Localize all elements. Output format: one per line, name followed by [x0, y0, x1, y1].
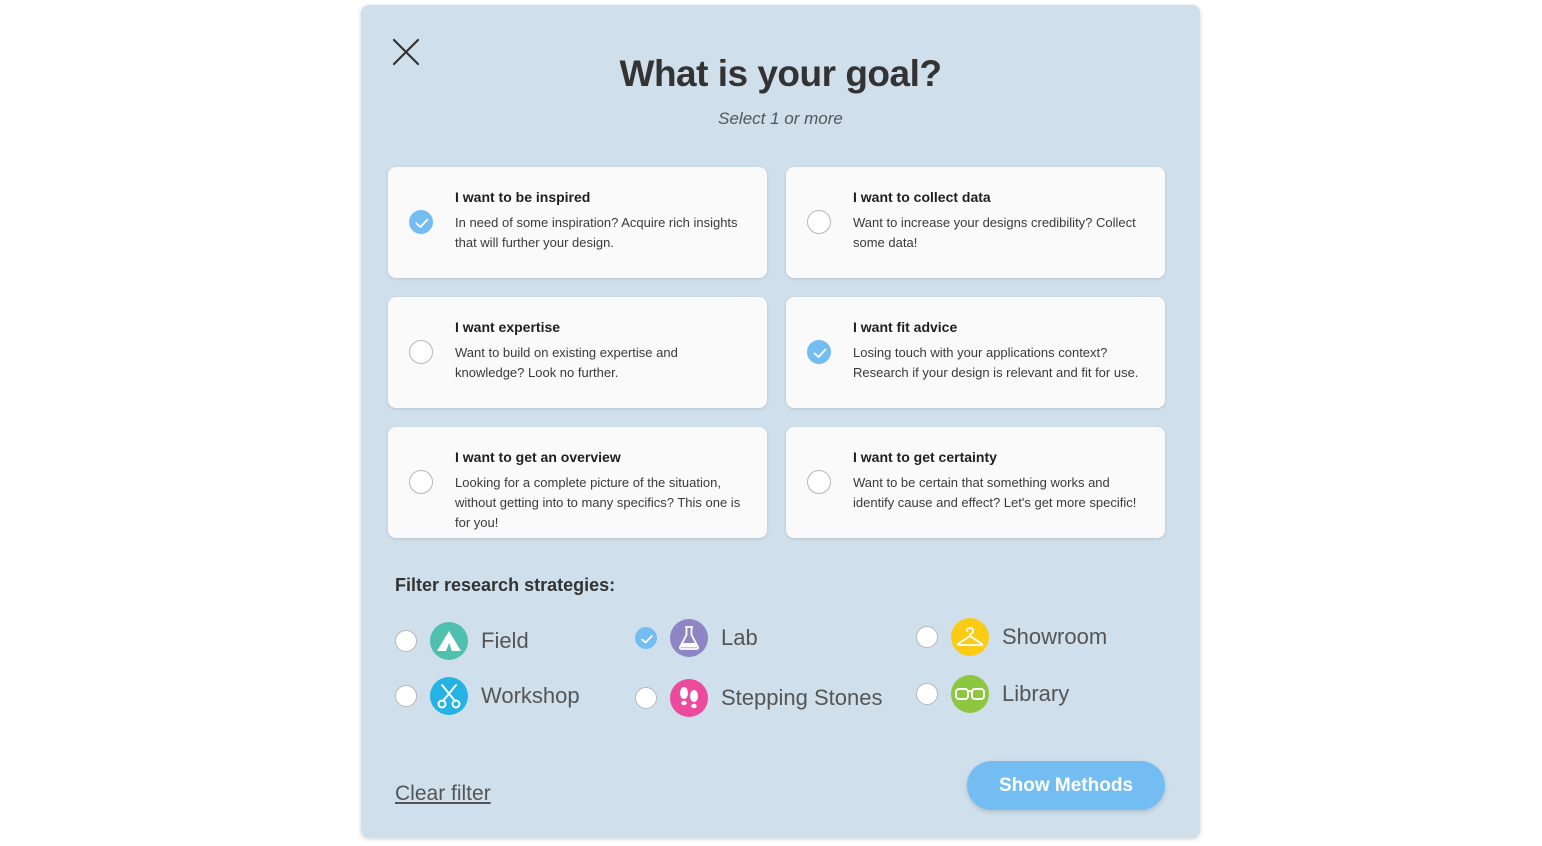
strategy-label: Lab — [721, 625, 758, 650]
goal-radio-overview[interactable] — [409, 470, 433, 494]
goal-card-overview[interactable]: I want to get an overview Looking for a … — [388, 427, 767, 538]
goal-title: I want to be inspired — [455, 189, 591, 205]
goal-card-inspired[interactable]: I want to be inspired In need of some in… — [388, 167, 767, 278]
goal-radio-fit-advice[interactable] — [807, 340, 831, 364]
goal-description: Losing touch with your applications cont… — [853, 345, 1139, 380]
strategy-radio-lab[interactable] — [635, 627, 657, 649]
strategy-radio-showroom[interactable] — [916, 626, 938, 648]
goal-radio-collect-data[interactable] — [807, 210, 831, 234]
hanger-icon — [951, 618, 989, 656]
goal-title: I want to get certainty — [853, 449, 997, 465]
strategy-radio-library[interactable] — [916, 683, 938, 705]
strategy-radio-stepping-stones[interactable] — [635, 687, 657, 709]
goal-radio-certainty[interactable] — [807, 470, 831, 494]
show-methods-button[interactable]: Show Methods — [967, 761, 1165, 810]
modal-subtitle: Select 1 or more — [718, 109, 843, 128]
strategy-radio-field[interactable] — [395, 630, 417, 652]
strategy-label: Library — [1002, 681, 1070, 706]
strategy-label: Field — [481, 628, 529, 653]
goal-card-expertise[interactable]: I want expertise Want to build on existi… — [388, 297, 767, 408]
strategy-radio-workshop[interactable] — [395, 685, 417, 707]
goal-description: Want to be certain that something works … — [853, 475, 1137, 510]
goal-title: I want to collect data — [853, 189, 991, 205]
strategy-label: Stepping Stones — [721, 685, 883, 710]
flask-icon — [670, 619, 708, 657]
glasses-icon — [951, 675, 989, 713]
strategy-lab[interactable]: Lab — [635, 618, 758, 658]
filter-label: Filter research strategies: — [395, 575, 616, 595]
footprints-icon — [670, 679, 708, 717]
strategy-stepping-stones[interactable]: Stepping Stones — [635, 678, 882, 718]
goal-description: Looking for a complete picture of the si… — [455, 475, 741, 530]
scissors-icon — [430, 677, 468, 715]
goal-options: I want to be inspired In need of some in… — [388, 167, 1165, 538]
strategy-field[interactable]: Field — [395, 621, 529, 661]
tent-icon — [430, 622, 468, 660]
goal-title: I want to get an overview — [455, 449, 621, 465]
goal-title: I want fit advice — [853, 319, 958, 335]
goal-radio-expertise[interactable] — [409, 340, 433, 364]
goal-filter-modal: What is your goal? Select 1 or more I wa… — [361, 5, 1200, 838]
strategy-label: Showroom — [1002, 624, 1108, 649]
strategy-workshop[interactable]: Workshop — [395, 676, 580, 716]
goal-card-fit-advice[interactable]: I want fit advice Losing touch with your… — [786, 297, 1165, 408]
modal-title: What is your goal? — [619, 53, 942, 94]
goal-title: I want expertise — [455, 319, 561, 335]
goal-radio-inspired[interactable] — [409, 210, 433, 234]
strategy-library[interactable]: Library — [916, 674, 1069, 714]
goal-description: Want to build on existing expertise and … — [455, 345, 678, 380]
clear-filter-link[interactable]: Clear filter — [395, 782, 491, 806]
goal-description: In need of some inspiration? Acquire ric… — [455, 215, 738, 250]
goal-card-certainty[interactable]: I want to get certainty Want to be certa… — [786, 427, 1165, 538]
strategy-label: Workshop — [481, 683, 580, 708]
goal-description: Want to increase your designs credibilit… — [853, 215, 1136, 250]
goal-card-collect-data[interactable]: I want to collect data Want to increase … — [786, 167, 1165, 278]
strategy-showroom[interactable]: Showroom — [916, 617, 1107, 657]
